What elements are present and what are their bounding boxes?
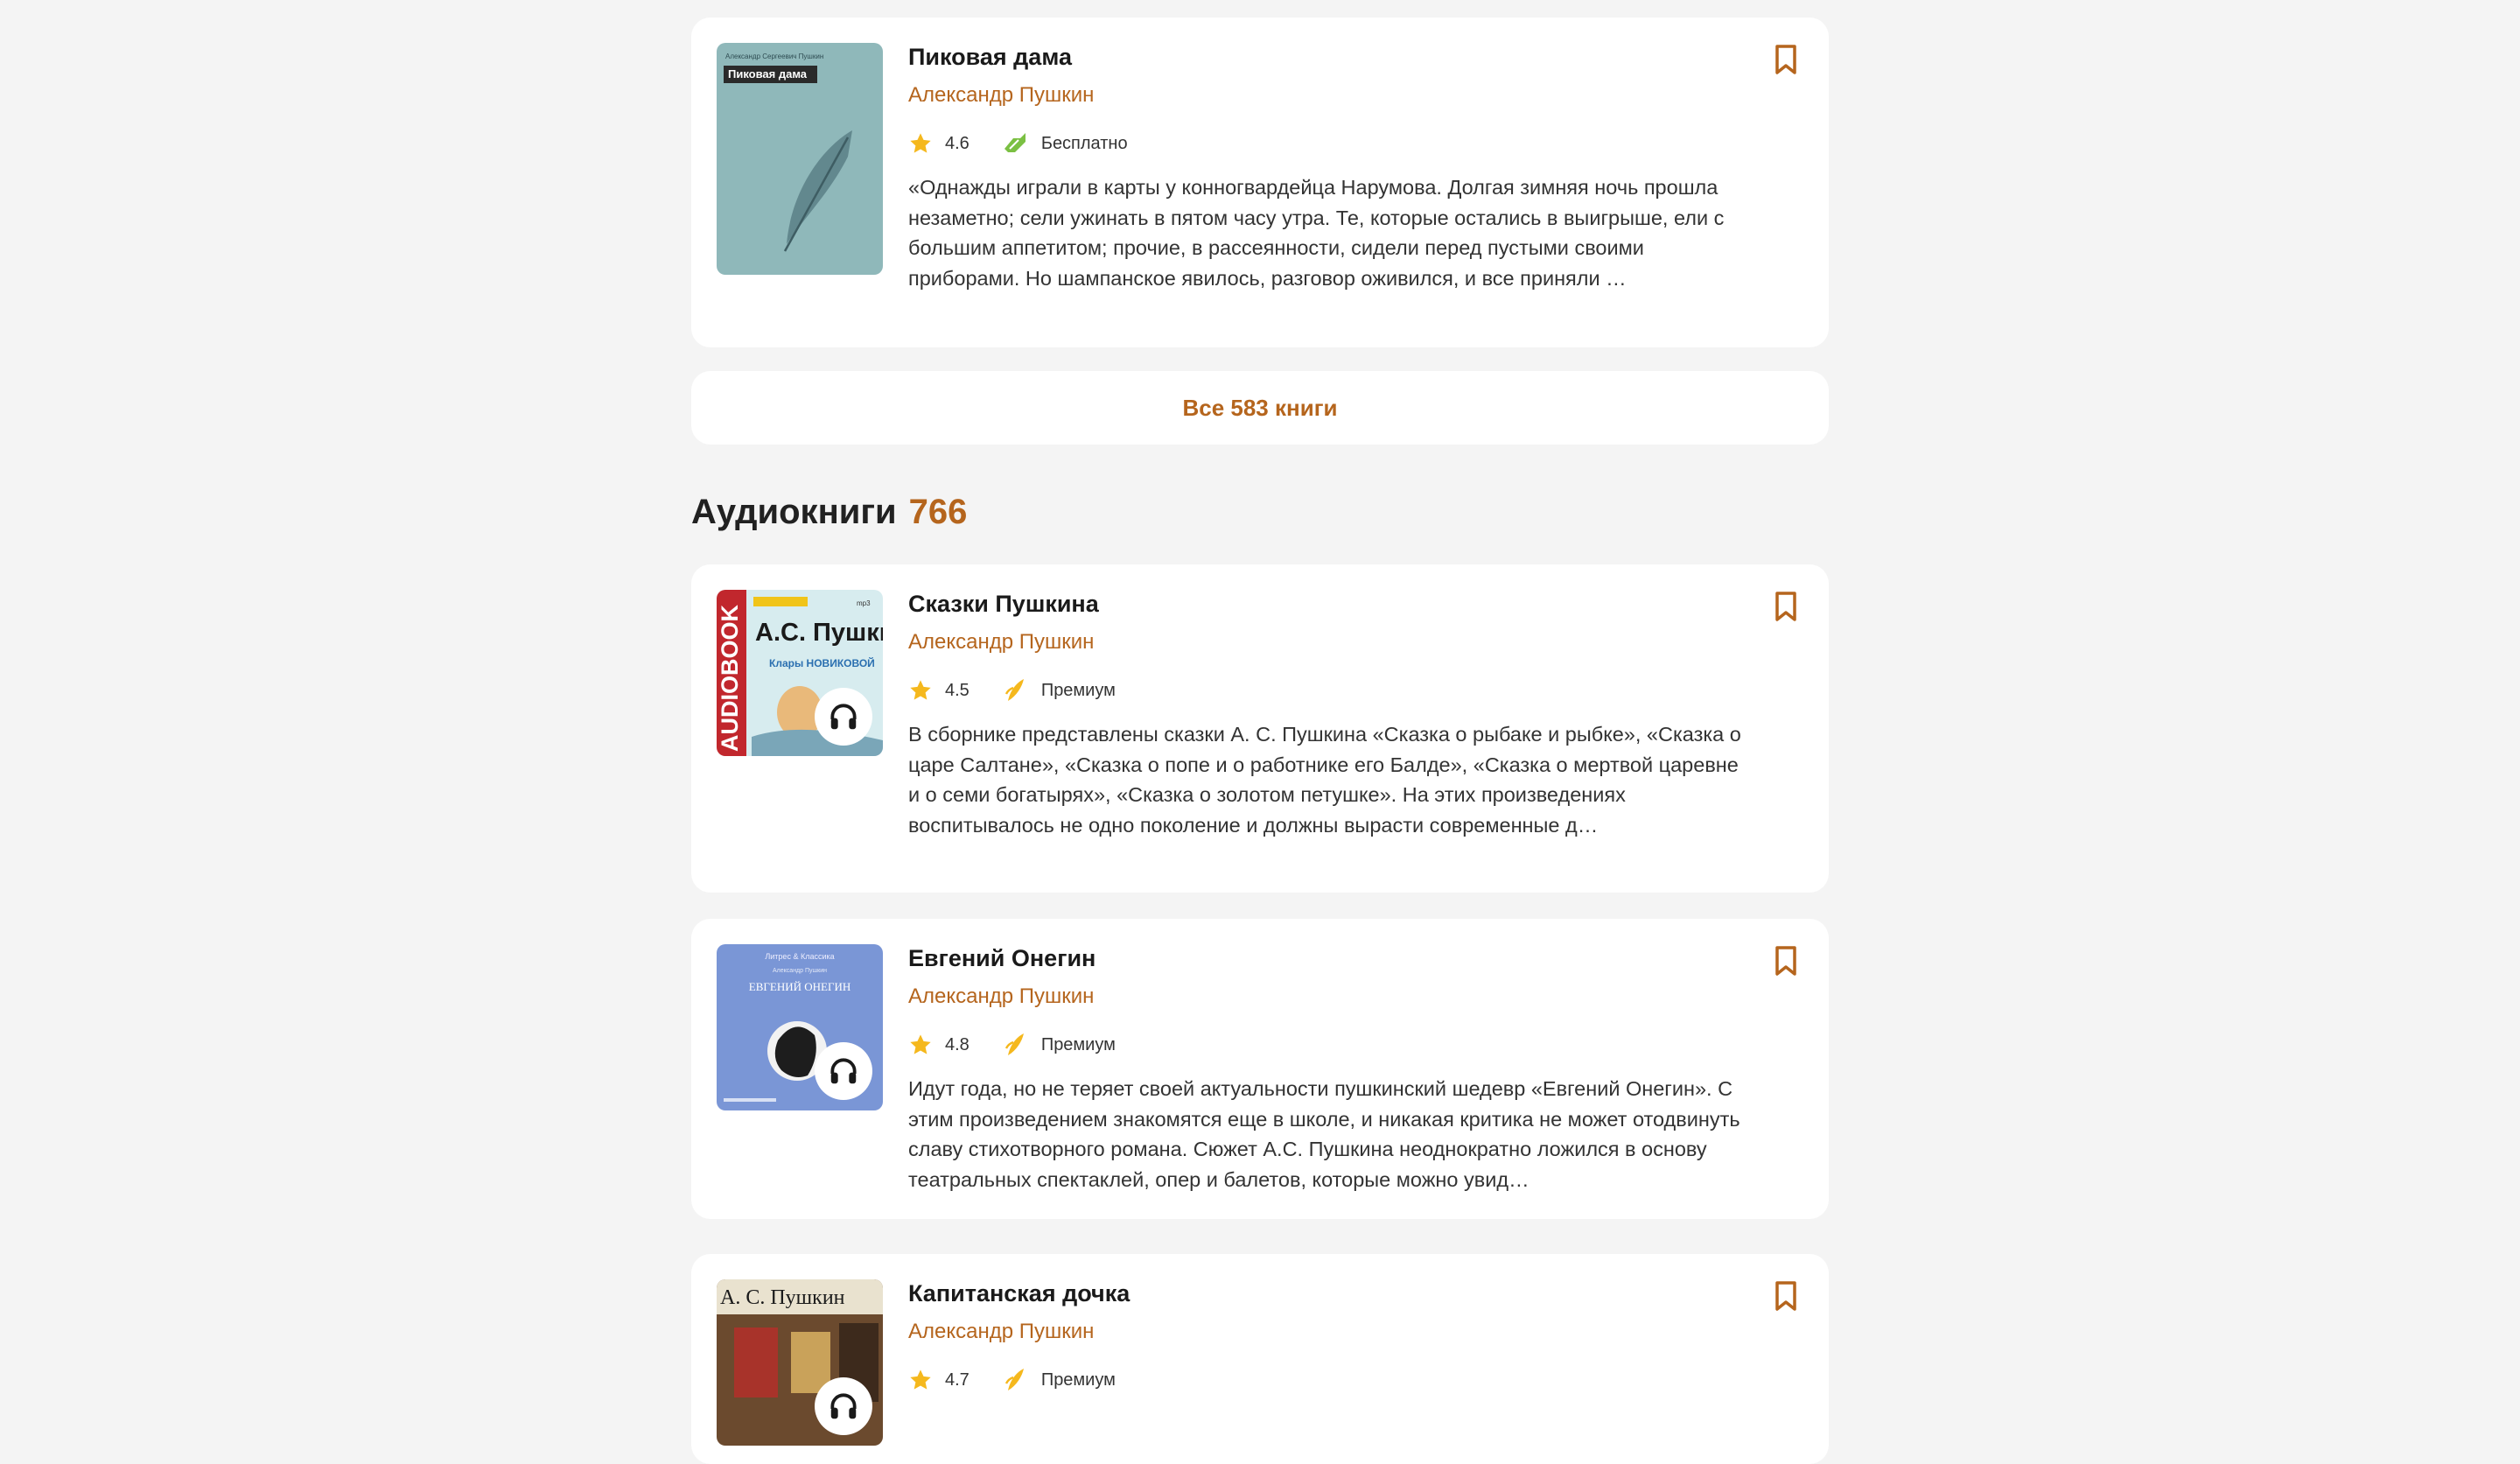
audiobooks-heading: Аудиокниги 766: [691, 493, 967, 532]
audiobook-title[interactable]: Капитанская дочка: [908, 1280, 1130, 1307]
cover-mp3: mp3: [857, 599, 871, 607]
section-title: Аудиокниги: [691, 493, 897, 531]
audiobook-cover[interactable]: Литрес & Классика Александр Пушкин ЕВГЕН…: [717, 944, 883, 1110]
audiobook-card[interactable]: А. С. Пушкин Капитанская дочка Александр…: [691, 1254, 1829, 1464]
audiobook-card[interactable]: AUDIOBOOK mp3 А.С. Пушкин Клары НОВИКОВО…: [691, 564, 1829, 893]
cover-side-text: AUDIOBOOK: [717, 605, 743, 753]
audiobook-meta: 4.8 Премиум: [908, 1031, 1116, 1059]
book-cover[interactable]: Александр Сергеевич Пушкин Пиковая дама: [717, 43, 883, 275]
audiobook-author[interactable]: Александр Пушкин: [908, 984, 1094, 1009]
book-description: «Однажды играли в карты у конногвардейца…: [908, 176, 1725, 290]
book-meta: 4.6 Бесплатно: [908, 130, 1128, 158]
bookmark-icon[interactable]: [1771, 591, 1801, 622]
audiobook-author[interactable]: Александр Пушкин: [908, 630, 1094, 655]
audiobook-description: В сборнике представлены сказки А. С. Пуш…: [908, 723, 1741, 837]
badge-label: Бесплатно: [1040, 133, 1128, 153]
book-author[interactable]: Александр Пушкин: [908, 83, 1094, 108]
rating-value: 4.5: [945, 680, 970, 700]
premium-icon: [1004, 679, 1024, 701]
cover-name: А.С. Пушкин: [755, 619, 883, 647]
star-icon: [910, 680, 931, 700]
audiobook-meta: 4.7 Премиум: [908, 1366, 1116, 1394]
rating-value: 4.8: [945, 1034, 970, 1054]
star-icon: [910, 1369, 931, 1390]
premium-icon: [1004, 1033, 1024, 1055]
cover-name: ЕВГЕНИЙ ОНЕГИН: [749, 980, 851, 993]
section-count: 766: [908, 493, 968, 531]
star-icon: [910, 1034, 931, 1054]
audiobook-cover[interactable]: А. С. Пушкин: [717, 1279, 883, 1446]
cover-subtitle: Клары НОВИКОВОЙ: [769, 656, 875, 669]
premium-icon: [1004, 1369, 1024, 1390]
bookmark-icon[interactable]: [1771, 945, 1801, 977]
badge-label: Премиум: [1040, 1369, 1116, 1390]
audiobook-meta: 4.5 Премиум: [908, 676, 1116, 704]
bookmark-icon[interactable]: [1771, 44, 1801, 75]
free-icon: [1004, 133, 1026, 152]
bookmark-icon[interactable]: [1771, 1280, 1801, 1312]
book-card[interactable]: Александр Сергеевич Пушкин Пиковая дама …: [691, 18, 1829, 347]
cover-top-text: Александр Сергеевич Пушкин: [725, 53, 823, 60]
cover-label: Пиковая дама: [728, 67, 808, 81]
rating-value: 4.6: [945, 133, 970, 153]
star-icon: [910, 133, 931, 153]
audiobook-title[interactable]: Сказки Пушкина: [908, 591, 1099, 618]
all-books-button[interactable]: Все 583 книги: [691, 371, 1829, 445]
audiobook-description: Идут года, но не теряет своей актуальнос…: [908, 1077, 1740, 1191]
audiobook-title[interactable]: Евгений Онегин: [908, 945, 1096, 972]
cover-series: Литрес & Классика: [765, 952, 834, 961]
audiobook-author[interactable]: Александр Пушкин: [908, 1320, 1094, 1344]
headphones-icon: [815, 688, 872, 746]
badge-label: Премиум: [1040, 680, 1116, 700]
audiobook-card[interactable]: Литрес & Классика Александр Пушкин ЕВГЕН…: [691, 919, 1829, 1219]
rating-value: 4.7: [945, 1369, 970, 1390]
headphones-icon: [815, 1042, 872, 1100]
badge-label: Премиум: [1040, 1034, 1116, 1054]
audiobook-cover[interactable]: AUDIOBOOK mp3 А.С. Пушкин Клары НОВИКОВО…: [717, 590, 883, 756]
cover-name: А. С. Пушкин: [720, 1286, 845, 1309]
headphones-icon: [815, 1377, 872, 1435]
cover-author: Александр Пушкин: [773, 968, 827, 974]
book-title[interactable]: Пиковая дама: [908, 44, 1072, 71]
